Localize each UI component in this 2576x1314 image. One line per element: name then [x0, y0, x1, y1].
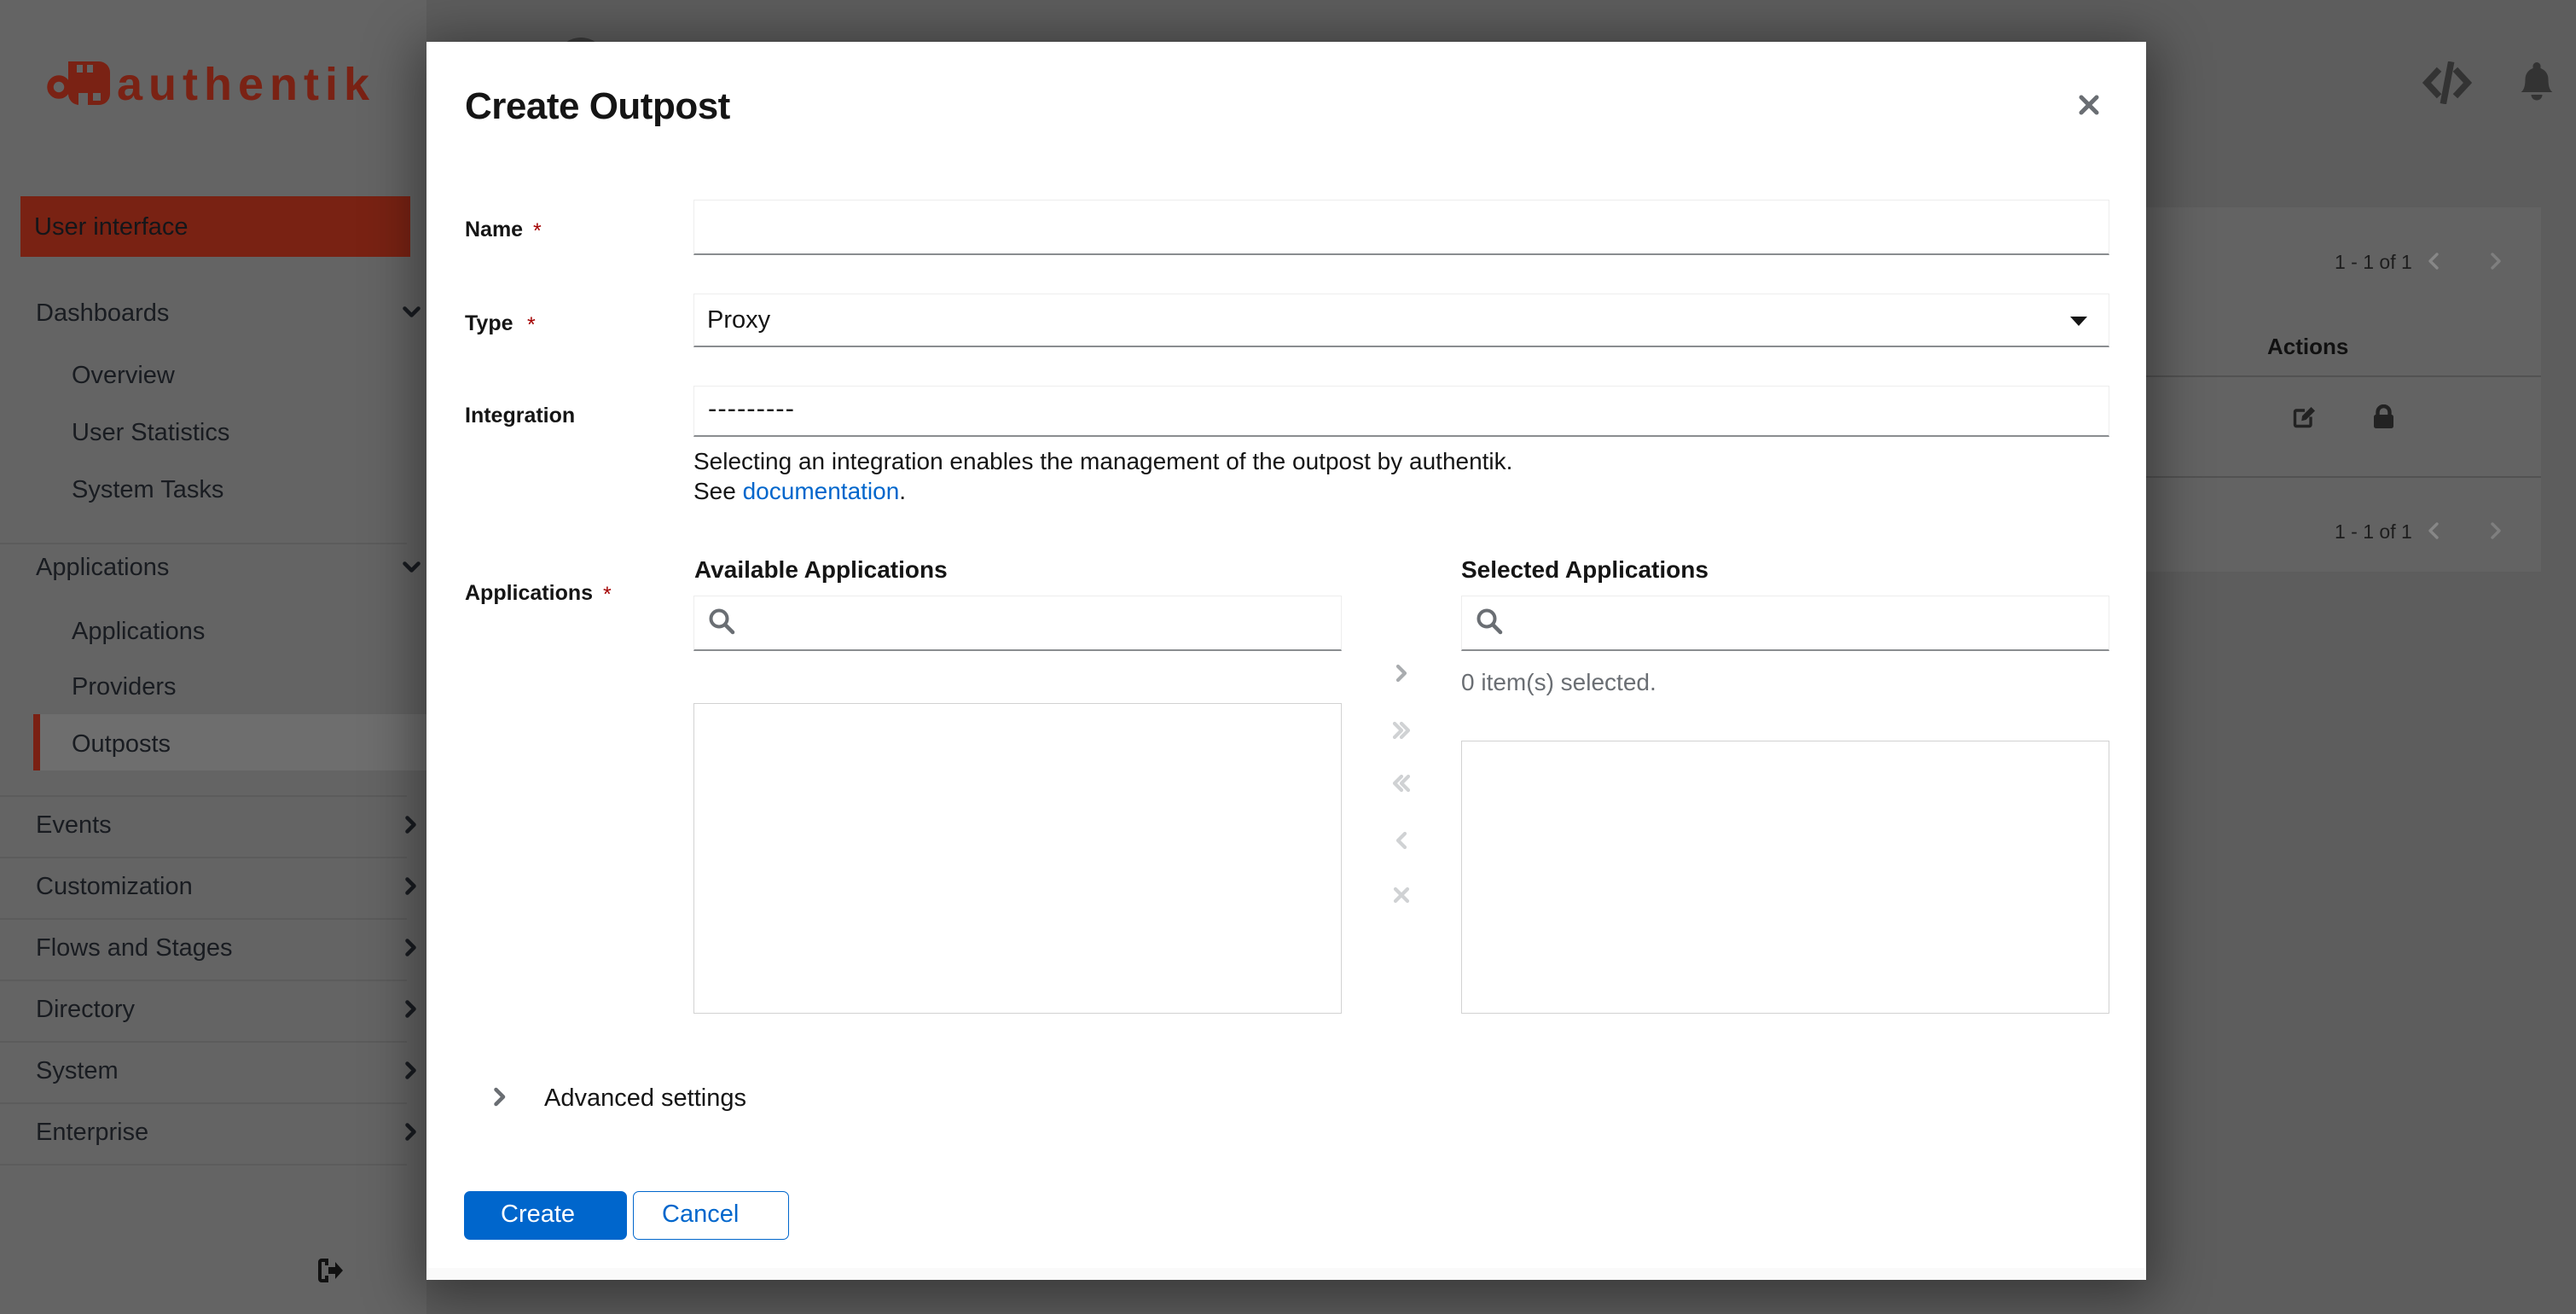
svg-text:authentik: authentik: [117, 59, 375, 108]
